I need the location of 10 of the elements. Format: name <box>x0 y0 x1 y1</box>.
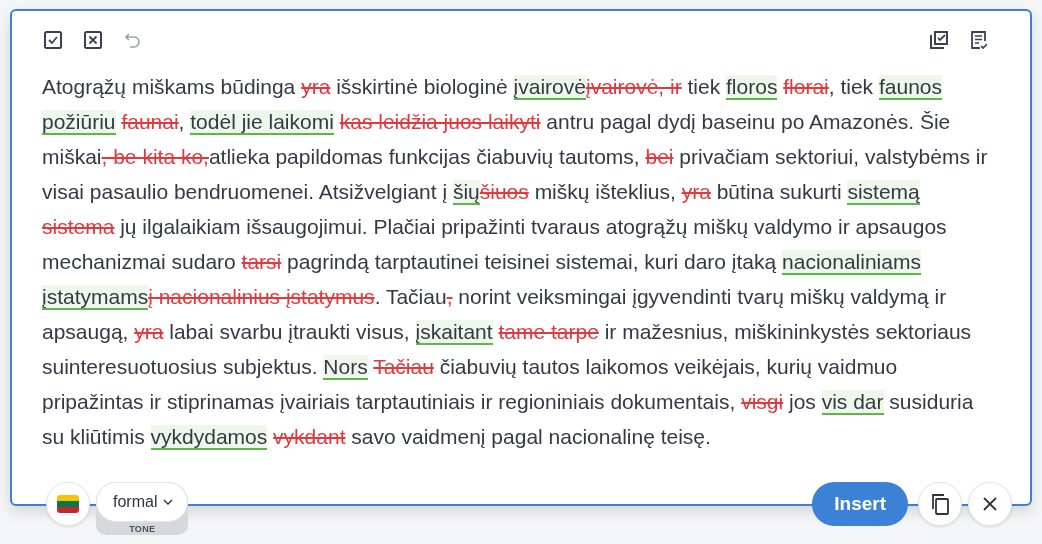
tone-label: TONE <box>129 523 156 535</box>
accept-all-icon[interactable] <box>42 29 64 51</box>
suggestion-paragraph: Atogrąžų miškams būdinga yra išskirtinė biologinė įvairovėįvairovė, ir tiek floros florai, tiek faunos požiūriu faunai, todėl jie laikomi kas leidžia juos laikyti antru pagal dydį baseinu po Amazonės. Šie miškai, be kita ko,atlieka papildomas funkcijas čiabuvių tautoms, bei privačiam sektoriui, valstybėms ir visai pasaulio bendruomenei. Atsižvelgiant į šiųšiuos miškų išteklius, yra būtina sukurti sistemą sistema jų ilgalaikiam išsaugojimui. Plačiai pripažinti tvaraus atogrąžų miškų valdymo ir apsaugos mechanizmai sudaro tarsi pagrindą tarptautinei teisinei sistemai, kuri daro įtaką nacionaliniams įstatymamsį nacionalinius įstatymus. Tačiau, norint veiksmingai įgyvendinti tvarų miškų valdymą ir apsaugą, yra labai svarbu įtraukti visus, įskaitant tame tarpe ir mažesnius, miškininkystės sektoriaus suinteresuotuosius subjektus. Nors Tačiau čiabuvių tautos laikomos veikėjais, kurių vaidmuo pripažintas ir stiprinamas įvairiais tarptautiniais ir regioniniais dokumentais, visgi jos vis dar susiduria su kliūtimis vykdydamos vykdant savo vaidmenį pagal nacionalinę teisę. <box>42 74 989 452</box>
reject-all-icon[interactable] <box>82 29 104 51</box>
stacked-check-icon[interactable] <box>928 29 950 51</box>
document-check-icon[interactable] <box>968 29 990 51</box>
flag-icon <box>57 495 79 513</box>
caret-icon <box>163 499 174 505</box>
tone-dropdown[interactable]: formal <box>96 482 189 522</box>
insert-button[interactable]: Insert <box>812 482 908 526</box>
